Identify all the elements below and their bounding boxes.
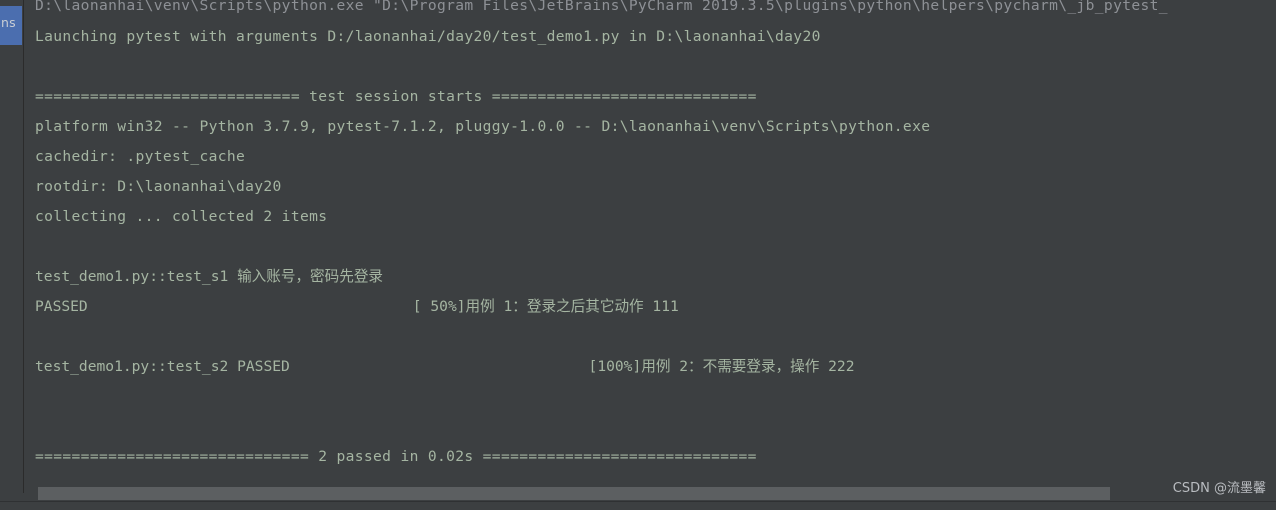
console-line-summary: ============================== 2 passed … (35, 448, 757, 465)
console-line-platform: platform win32 -- Python 3.7.9, pytest-7… (35, 118, 931, 135)
window-bottom-edge (0, 501, 1276, 510)
tool-window-tab-label: ns (1, 15, 16, 30)
console-line-collecting: collecting ... collected 2 items (35, 208, 328, 225)
console-line-cachedir: cachedir: .pytest_cache (35, 148, 246, 165)
console-line-launching: Launching pytest with arguments D:/laona… (35, 28, 821, 45)
watermark: CSDN @流墨馨 (1172, 481, 1266, 496)
console-output-area[interactable]: D:\laonanhai\venv\Scripts\python.exe "D:… (24, 0, 1276, 510)
pycharm-run-console-window: ns D:\laonanhai\venv\Scripts\python.exe … (0, 0, 1276, 510)
tool-window-gutter (0, 0, 23, 510)
console-line-test-s2: test_demo1.py::test_s2 PASSED [100%]用例 2… (35, 358, 855, 375)
console-line-test-s1-result: PASSED [ 50%]用例 1：登录之后其它动作 111 (35, 298, 679, 315)
tool-window-tab-run[interactable]: ns (0, 6, 22, 45)
horizontal-scrollbar-thumb[interactable] (38, 487, 1110, 500)
console-line-test-s1: test_demo1.py::test_s1 输入账号，密码先登录 (35, 268, 384, 285)
console-line-command: D:\laonanhai\venv\Scripts\python.exe "D:… (35, 0, 1168, 14)
console-line-rootdir: rootdir: D:\laonanhai\day20 (35, 178, 282, 195)
console-line-session-header: ============================= test sessi… (35, 88, 757, 105)
